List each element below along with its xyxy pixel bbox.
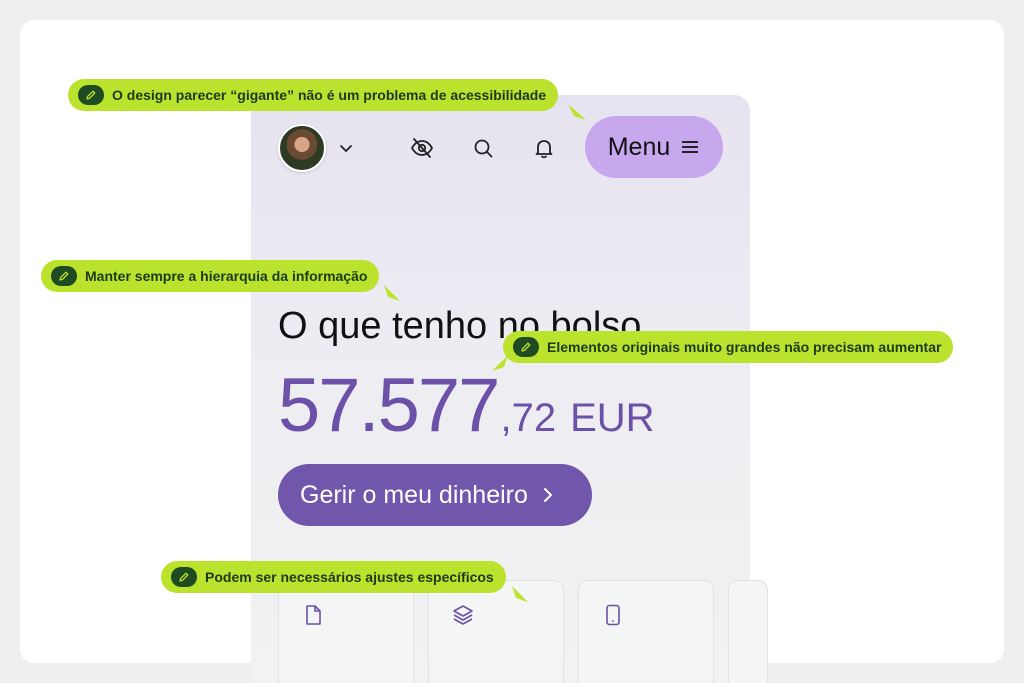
balance-integer: 57.577 bbox=[278, 363, 500, 448]
profile-switcher[interactable] bbox=[278, 124, 354, 172]
shortcut-card[interactable] bbox=[428, 580, 564, 683]
avatar[interactable] bbox=[278, 124, 326, 172]
shortcut-card[interactable] bbox=[278, 580, 414, 683]
annotation-text: Podem ser necessários ajustes específico… bbox=[205, 569, 494, 585]
annotation-accessibility: O design parecer “gigante” não é um prob… bbox=[68, 79, 559, 111]
eye-off-icon[interactable] bbox=[410, 136, 434, 160]
menu-lines-icon bbox=[682, 141, 699, 153]
shortcut-card[interactable] bbox=[728, 580, 768, 683]
shortcut-card[interactable] bbox=[578, 580, 714, 683]
pencil-icon bbox=[78, 85, 104, 105]
annotation-text: Elementos originais muito grandes não pr… bbox=[547, 339, 942, 355]
chevron-down-icon[interactable] bbox=[338, 140, 354, 156]
layers-icon bbox=[453, 605, 473, 625]
annotation-hierarchy: Manter sempre a hierarquia da informação bbox=[41, 260, 380, 292]
menu-button[interactable]: Menu bbox=[585, 116, 723, 178]
annotation-pointer bbox=[568, 104, 586, 120]
phone-icon bbox=[606, 604, 620, 626]
annotation-pointer bbox=[384, 285, 400, 301]
pencil-icon bbox=[171, 567, 197, 587]
document-icon bbox=[306, 605, 321, 625]
annotation-text: O design parecer “gigante” não é um prob… bbox=[112, 87, 547, 103]
annotation-adjustments: Podem ser necessários ajustes específico… bbox=[161, 561, 506, 593]
chevron-right-icon bbox=[543, 488, 552, 502]
menu-label: Menu bbox=[607, 132, 671, 161]
balance-amount: 57.577 ,72 EUR bbox=[278, 362, 655, 449]
balance-decimal: ,72 bbox=[500, 396, 557, 440]
annotation-text: Manter sempre a hierarquia da informação bbox=[85, 268, 368, 284]
balance-currency: EUR bbox=[570, 396, 655, 440]
pencil-icon bbox=[513, 337, 539, 357]
annotation-large-elements: Elementos originais muito grandes não pr… bbox=[503, 331, 954, 363]
manage-money-button[interactable]: Gerir o meu dinheiro bbox=[278, 464, 592, 526]
pencil-icon bbox=[51, 266, 77, 286]
annotation-pointer bbox=[512, 586, 528, 602]
manage-money-label: Gerir o meu dinheiro bbox=[300, 480, 528, 509]
search-icon[interactable] bbox=[471, 136, 495, 160]
annotation-pointer bbox=[492, 355, 508, 371]
bell-icon[interactable] bbox=[532, 136, 556, 160]
